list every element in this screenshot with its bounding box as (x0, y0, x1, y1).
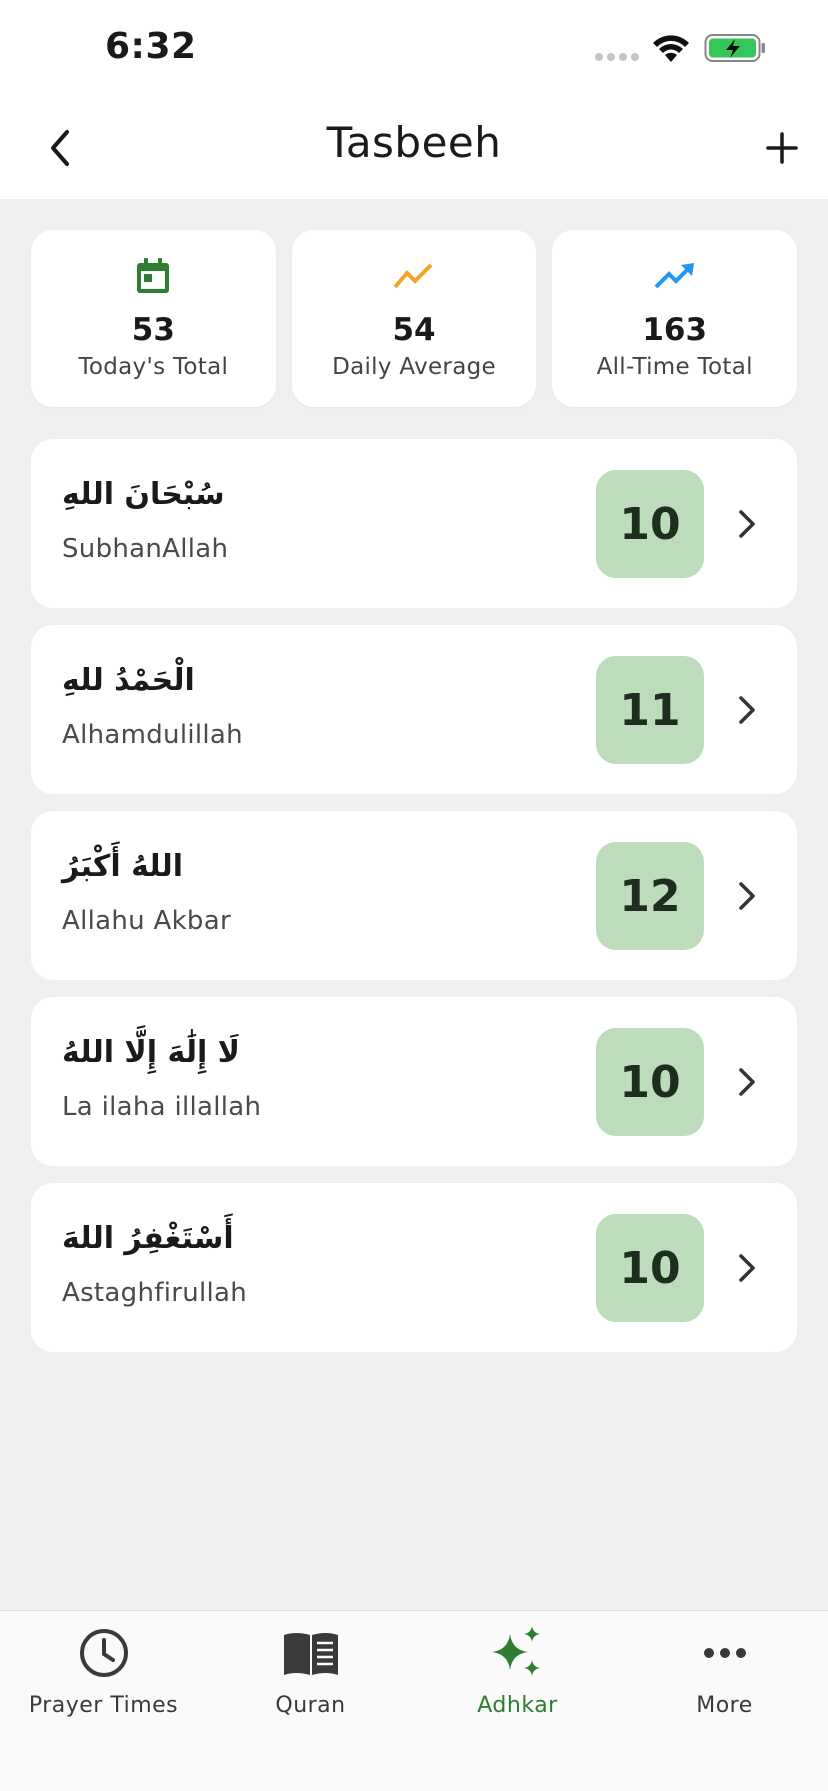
tab-prayer-times[interactable]: Prayer Times (0, 1611, 207, 1791)
dhikr-item-astaghfirullah[interactable]: أَسْتَغْفِرُ اللهَ Astaghfirullah 10 (31, 1183, 797, 1352)
dhikr-transliteration: Allahu Akbar (62, 906, 231, 936)
plus-icon (766, 132, 798, 164)
chevron-right-icon (739, 882, 755, 910)
dhikr-item-subhanallah[interactable]: سُبْحَانَ اللهِ SubhanAllah 10 (31, 439, 797, 608)
stat-card-daily-average: 54 Daily Average (291, 230, 537, 407)
dhikr-item-alhamdulillah[interactable]: الْحَمْدُ للهِ Alhamdulillah 11 (31, 625, 797, 794)
dhikr-transliteration: Alhamdulillah (62, 720, 243, 750)
chevron-right-icon (739, 510, 755, 538)
dhikr-count-badge: 10 (596, 470, 704, 578)
tab-adhkar[interactable]: Adhkar (414, 1611, 621, 1791)
sparkles-icon (488, 1623, 548, 1683)
stat-label: All-Time Total (596, 354, 753, 380)
stats-row: 53 Today's Total 54 Daily Average 163 Al… (31, 230, 798, 407)
book-icon (281, 1623, 341, 1683)
tab-quran[interactable]: Quran (207, 1611, 414, 1791)
more-icon (695, 1623, 755, 1683)
stat-card-all-time-total: 163 All-Time Total (552, 230, 798, 407)
dhikr-count-badge: 12 (596, 842, 704, 950)
stat-label: Today's Total (78, 354, 229, 380)
chevron-right-icon (739, 1068, 755, 1096)
tab-label: Quran (275, 1693, 346, 1718)
stat-value: 54 (392, 312, 436, 348)
dhikr-transliteration: La ilaha illallah (62, 1092, 262, 1122)
trending-icon (392, 254, 436, 298)
chevron-right-icon (739, 696, 755, 724)
dhikr-transliteration: Astaghfirullah (62, 1278, 248, 1308)
dhikr-arabic-text: اللهُ أَكْبَرُ (62, 849, 184, 884)
page-title: Tasbeeh (326, 118, 502, 167)
bottom-tab-bar: Prayer Times Quran Adhkar More (0, 1610, 828, 1791)
wifi-icon (653, 35, 689, 62)
nav-header: Tasbeeh (0, 100, 828, 199)
dhikr-arabic-text: أَسْتَغْفِرُ اللهَ (62, 1221, 234, 1256)
add-button[interactable] (752, 118, 812, 178)
dhikr-item-allahu-akbar[interactable]: اللهُ أَكْبَرُ Allahu Akbar 12 (31, 811, 797, 980)
dhikr-count-badge: 10 (596, 1028, 704, 1136)
tab-label: Prayer Times (28, 1693, 179, 1718)
dhikr-item-la-ilaha-illallah[interactable]: لَا إِلَٰهَ إِلَّا اللهُ La ilaha illall… (31, 997, 797, 1166)
chevron-right-icon (739, 1254, 755, 1282)
dhikr-count-badge: 10 (596, 1214, 704, 1322)
status-bar: 6:32 (0, 0, 828, 100)
dhikr-arabic-text: الْحَمْدُ للهِ (62, 663, 195, 698)
dhikr-arabic-text: لَا إِلَٰهَ إِلَّا اللهُ (62, 1035, 241, 1070)
clock-icon (74, 1623, 134, 1683)
tab-label: More (696, 1693, 753, 1718)
stat-card-today-total: 53 Today's Total (31, 230, 276, 407)
trending-up-icon (653, 254, 697, 298)
stat-value: 53 (131, 312, 175, 348)
dhikr-arabic-text: سُبْحَانَ اللهِ (62, 477, 225, 512)
dhikr-list: سُبْحَانَ اللهِ SubhanAllah 10 الْحَمْدُ… (31, 439, 797, 1369)
tab-label: Adhkar (477, 1693, 558, 1718)
calendar-icon (131, 254, 175, 298)
stat-value: 163 (642, 312, 708, 348)
dhikr-transliteration: SubhanAllah (62, 534, 229, 564)
tab-more[interactable]: More (621, 1611, 828, 1791)
dhikr-count-badge: 11 (596, 656, 704, 764)
stat-label: Daily Average (332, 354, 496, 380)
battery-charging-icon (704, 34, 765, 62)
status-time: 6:32 (105, 26, 197, 67)
cellular-signal-icon (595, 53, 639, 61)
